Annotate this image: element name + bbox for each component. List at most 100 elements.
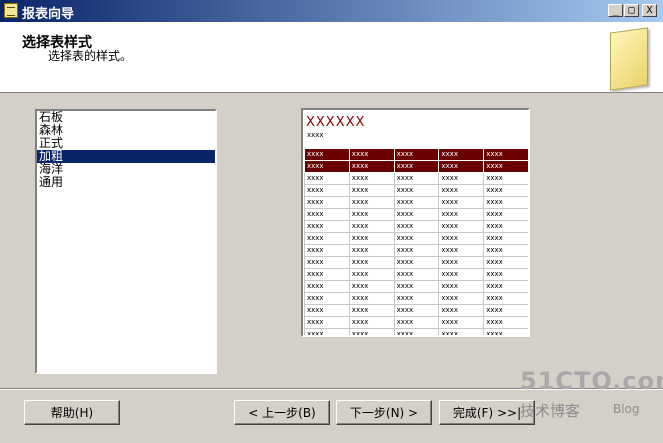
preview-cell: xxxx [393,220,440,233]
style-list-item[interactable]: 通用 [37,176,215,189]
preview-cell: xxxx [483,328,528,335]
preview-cell: xxxx [348,256,395,269]
next-button[interactable]: 下一步(N) > [336,400,432,425]
preview-cell: xxxx [393,208,440,221]
preview-cell: xxxx [438,196,485,209]
preview-cell: xxxx [348,328,395,335]
preview-cell: xxxx [393,328,440,335]
preview-row: xxxx xxxx xxxx xxxx xxxx [304,196,528,209]
preview-cell: xxxx [304,220,350,233]
preview-cell: xxxx [348,244,395,257]
preview-cell: xxxx [304,316,350,329]
preview-cell: xxxx [393,316,440,329]
preview-cell: xxxx [304,196,350,209]
preview-cell: xxxx [438,172,485,185]
preview-subtitle: xxxx [307,131,324,139]
preview-cell: xxxx [483,304,528,317]
page-subtitle: 选择表的样式。 [48,49,133,63]
minimize-button[interactable]: _ [608,4,623,17]
back-button[interactable]: < 上一步(B) [234,400,330,425]
preview-cell: xxxx [304,304,350,317]
preview-cell: xxxx [483,160,528,173]
preview-cell: xxxx [304,172,350,185]
preview-cell: xxxx [438,184,485,197]
preview-cell: xxxx [393,304,440,317]
preview-cell: xxxx [348,292,395,305]
table-style-list[interactable]: 石板 森林 正式 加粗 海洋 通用 [35,109,217,374]
preview-cell: xxxx [304,184,350,197]
preview-cell: xxxx [483,280,528,293]
preview-cell: xxxx [393,172,440,185]
preview-cell: xxxx [304,160,350,173]
preview-cell: xxxx [304,148,350,161]
style-list-item[interactable]: 正式 [37,137,215,150]
preview-cell: xxxx [393,268,440,281]
preview-cell: xxxx [304,328,350,335]
preview-cell: xxxx [438,328,485,335]
title-bar: 报表向导 _ □ X [0,0,663,22]
preview-cell: xxxx [438,148,485,161]
style-list-item[interactable]: 加粗 [37,150,215,163]
preview-cell: xxxx [348,316,395,329]
preview-cell: xxxx [348,280,395,293]
style-list-item[interactable]: 森林 [37,124,215,137]
preview-cell: xxxx [438,160,485,173]
preview-cell: xxxx [483,208,528,221]
preview-cell: xxxx [393,148,440,161]
preview-cell: xxxx [348,232,395,245]
preview-cell: xxxx [304,208,350,221]
wizard-header: 选择表样式 选择表的样式。 [0,22,663,93]
preview-cell: xxxx [393,244,440,257]
preview-cell: xxxx [483,256,528,269]
watermark-blog-cn: 技术博客 [520,402,581,420]
preview-cell: xxxx [438,208,485,221]
preview-cell: xxxx [348,184,395,197]
preview-row: xxxx xxxx xxxx xxxx xxxx [304,256,528,269]
watermark: 51CTO.com 技术博客 Blog [520,367,663,420]
preview-cell: xxxx [438,280,485,293]
preview-cell: xxxx [304,244,350,257]
preview-cell: xxxx [393,280,440,293]
preview-cell: xxxx [304,256,350,269]
help-button[interactable]: 帮助(H) [24,400,120,425]
preview-row: xxxx xxxx xxxx xxxx xxxx [304,184,528,197]
watermark-blog: Blog [613,402,640,416]
preview-cell: xxxx [438,220,485,233]
preview-cell: xxxx [348,160,395,173]
preview-cell: xxxx [438,232,485,245]
preview-cell: xxxx [348,172,395,185]
preview-cell: xxxx [393,292,440,305]
close-button[interactable]: X [642,4,657,17]
wizard-notepad-icon [610,27,648,91]
maximize-button[interactable]: □ [624,4,639,17]
preview-cell: xxxx [438,268,485,281]
style-list-item[interactable]: 海洋 [37,163,215,176]
preview-cell: xxxx [304,292,350,305]
preview-cell: xxxx [348,220,395,233]
preview-cell: xxxx [348,268,395,281]
preview-row: xxxx xxxx xxxx xxxx xxxx [304,172,528,185]
preview-cell: xxxx [438,244,485,257]
preview-row: xxxx xxxx xxxx xxxx xxxx [304,304,528,317]
style-list-item[interactable]: 石板 [37,111,215,124]
preview-row: xxxx xxxx xxxx xxxx xxxx [304,292,528,305]
preview-cell: xxxx [393,160,440,173]
preview-cell: xxxx [348,208,395,221]
preview-cell: xxxx [438,304,485,317]
preview-title: XXXXXX [306,115,366,130]
preview-row: xxxx xxxx xxxx xxxx xxxx [304,268,528,281]
preview-cell: xxxx [393,256,440,269]
preview-cell: xxxx [483,148,528,161]
preview-cell: xxxx [304,280,350,293]
table-style-preview: XXXXXX xxxx xxxx xxxx xxxx xxxx xxxx xxxx xxxx… [301,108,530,337]
preview-row: xxxx xxxx xxxx xxxx xxxx [304,244,528,257]
preview-cell: xxxx [483,232,528,245]
preview-cell: xxxx [483,220,528,233]
preview-row: xxxx xxxx xxxx xxxx xxxx [304,220,528,233]
preview-cell: xxxx [483,172,528,185]
preview-cell: xxxx [483,316,528,329]
preview-cell: xxxx [483,196,528,209]
watermark-site: 51CTO.com [520,367,663,395]
preview-row: xxxx xxxx xxxx xxxx xxxx [304,280,528,293]
preview-cell: xxxx [348,196,395,209]
